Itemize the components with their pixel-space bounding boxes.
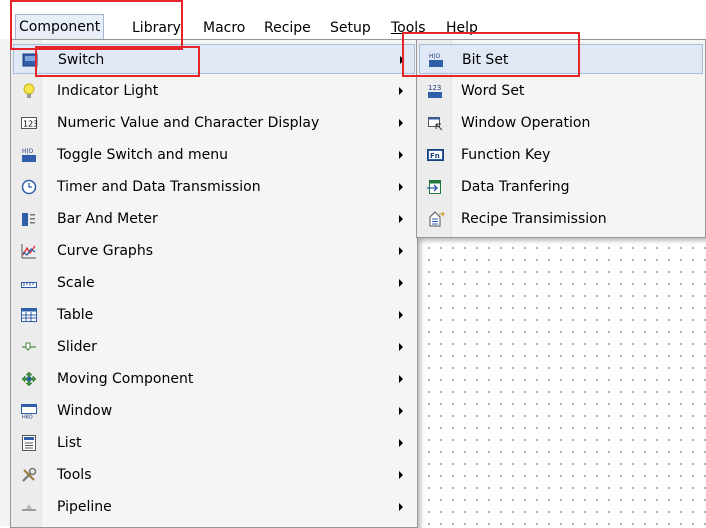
submenu-arrow-icon <box>399 183 403 191</box>
menu-macro-label: Macro <box>203 20 246 36</box>
menu-item-bar-meter[interactable]: Bar And Meter <box>13 204 415 234</box>
submenu-item-label: Function Key <box>461 147 551 163</box>
submenu-item-label: Window Operation <box>461 115 591 131</box>
submenu-arrow-icon <box>399 503 403 511</box>
menu-item-timer[interactable]: Timer and Data Transmission <box>13 172 415 202</box>
design-canvas[interactable] <box>420 238 706 526</box>
svg-text:HKO: HKO <box>22 415 33 420</box>
window-operation-icon <box>427 115 445 131</box>
annotation-box-bit-set <box>402 32 580 77</box>
submenu-arrow-icon <box>399 407 403 415</box>
submenu-arrow-icon <box>399 119 403 127</box>
submenu-item-word-set[interactable]: 123 Word Set <box>419 76 703 106</box>
menu-item-label: Scale <box>57 275 95 291</box>
submenu-arrow-icon <box>399 311 403 319</box>
menu-macro[interactable]: Macro <box>203 17 245 39</box>
submenu-arrow-icon <box>399 87 403 95</box>
submenu-item-label: Word Set <box>461 83 525 99</box>
annotation-box-switch <box>35 46 200 77</box>
submenu-item-recipe-transmission[interactable]: Recipe Transimission <box>419 204 703 234</box>
svg-text:123: 123 <box>428 84 441 92</box>
submenu-item-window-operation[interactable]: Window Operation <box>419 108 703 138</box>
menu-setup[interactable]: Setup <box>330 17 371 39</box>
recipe-transmission-icon <box>427 211 445 227</box>
menu-item-label: Bar And Meter <box>57 211 158 227</box>
menu-recipe[interactable]: Recipe <box>264 17 311 39</box>
menu-item-label: Indicator Light <box>57 83 159 99</box>
move-icon <box>21 371 37 387</box>
menu-item-toggle-switch[interactable]: H|O Toggle Switch and menu <box>13 140 415 170</box>
submenu-item-data-transfering[interactable]: Data Tranfering <box>419 172 703 202</box>
word-set-icon: 123 <box>427 83 445 99</box>
list-icon <box>21 435 37 451</box>
menu-item-label: Numeric Value and Character Display <box>57 115 320 131</box>
clock-icon <box>21 179 37 195</box>
bulb-icon <box>21 83 37 99</box>
submenu-arrow-icon <box>399 471 403 479</box>
menu-item-label: Table <box>57 307 94 323</box>
menu-item-label: Pipeline <box>57 499 112 515</box>
menu-item-tools[interactable]: Tools <box>13 460 415 490</box>
submenu-item-label: Recipe Transimission <box>461 211 607 227</box>
menu-item-numeric-display[interactable]: 123 Numeric Value and Character Display <box>13 108 415 138</box>
submenu-arrow-icon <box>399 343 403 351</box>
menu-item-label: List <box>57 435 82 451</box>
menu-item-window[interactable]: HKO Window <box>13 396 415 426</box>
menu-item-pipeline[interactable]: Pipeline <box>13 492 415 522</box>
submenu-arrow-icon <box>399 247 403 255</box>
menu-item-label: Curve Graphs <box>57 243 153 259</box>
menu-item-moving-component[interactable]: Moving Component <box>13 364 415 394</box>
submenu-arrow-icon <box>399 215 403 223</box>
svg-text:H|O: H|O <box>22 148 34 155</box>
menu-item-curve-graphs[interactable]: Curve Graphs <box>13 236 415 266</box>
menu-item-indicator-light[interactable]: Indicator Light <box>13 76 415 106</box>
pipeline-icon <box>21 499 37 515</box>
bar-meter-icon <box>21 211 37 227</box>
component-dropdown: Switch Indicator Light 123 Numeric Value… <box>10 39 418 528</box>
menu-item-label: Timer and Data Transmission <box>57 179 261 195</box>
submenu-item-label: Data Tranfering <box>461 179 570 195</box>
toggle-icon: H|O <box>21 147 37 163</box>
menu-item-label: Window <box>57 403 113 419</box>
scale-icon <box>21 275 37 291</box>
svg-text:123: 123 <box>23 120 37 129</box>
slider-icon <box>21 339 37 355</box>
menu-item-table[interactable]: Table <box>13 300 415 330</box>
table-icon <box>21 307 37 323</box>
numeric-123-icon: 123 <box>21 115 37 131</box>
curve-graph-icon <box>21 243 37 259</box>
tools-icon <box>21 467 37 483</box>
menu-item-list[interactable]: List <box>13 428 415 458</box>
submenu-arrow-icon <box>399 439 403 447</box>
annotation-box-component-menu <box>10 0 183 50</box>
submenu-arrow-icon <box>399 151 403 159</box>
menu-item-label: Tools <box>57 467 92 483</box>
menu-setup-label: Setup <box>330 20 371 36</box>
menu-item-label: Slider <box>57 339 97 355</box>
submenu-arrow-icon <box>399 375 403 383</box>
menu-recipe-label: Recipe <box>264 20 311 36</box>
menu-item-scale[interactable]: Scale <box>13 268 415 298</box>
function-key-icon: Fn <box>427 147 445 163</box>
menu-item-slider[interactable]: Slider <box>13 332 415 362</box>
window-icon: HKO <box>21 403 37 419</box>
submenu-item-function-key[interactable]: Fn Function Key <box>419 140 703 170</box>
svg-text:Fn: Fn <box>430 152 440 160</box>
menu-item-label: Toggle Switch and menu <box>57 147 228 163</box>
submenu-arrow-icon <box>399 279 403 287</box>
menu-item-label: Moving Component <box>57 371 194 387</box>
data-transfer-icon <box>427 179 445 195</box>
